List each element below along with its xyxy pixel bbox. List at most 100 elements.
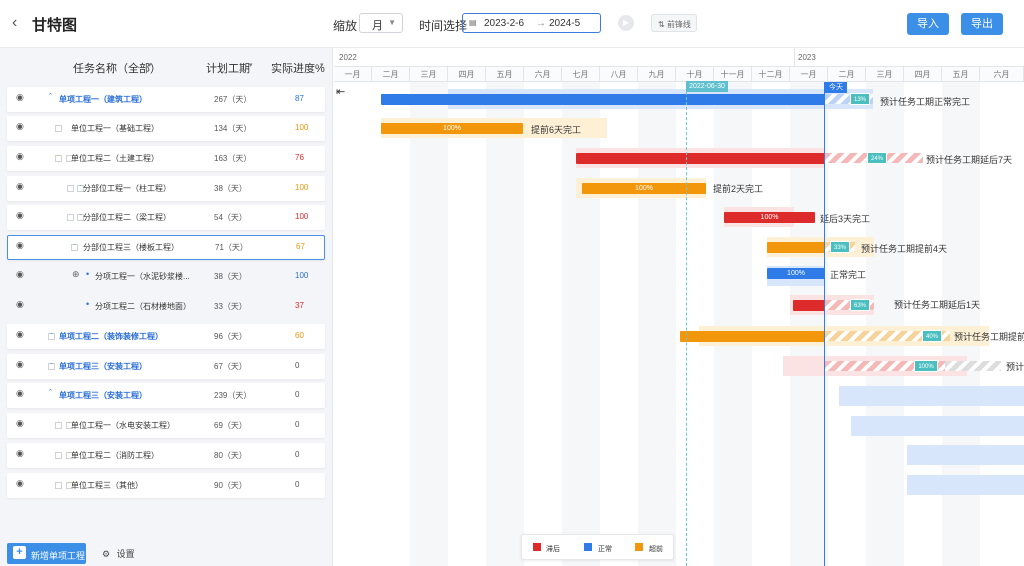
table-row[interactable]: ◉ ˇ 单项工程三（安装工程） 67（天） 0 — [7, 354, 325, 379]
plan-bar[interactable] — [907, 445, 1024, 465]
collapse-icon[interactable]: ˆ — [49, 388, 52, 398]
expand-toggle[interactable]: ˇ — [55, 155, 62, 162]
eye-icon[interactable]: ◉ — [16, 269, 24, 280]
month-header: 六月 — [524, 66, 562, 82]
task-bar-delayed[interactable] — [793, 300, 825, 311]
col-progress-header[interactable]: 实际进度% — [271, 60, 325, 76]
bullet-icon: • — [86, 269, 90, 279]
zoom-value: 月 — [372, 20, 383, 32]
table-row[interactable]: ◉ ˇ 分部位工程一（柱工程） 38（天） 100 — [7, 176, 325, 201]
add-project-button[interactable]: + 新增单项工程 — [7, 543, 86, 564]
eye-icon[interactable]: ◉ — [16, 359, 24, 370]
collapse-icon[interactable]: ˆ — [49, 92, 52, 102]
table-row[interactable]: ◉ ˇ 单位工程一（水电安装工程） 69（天） 0 — [7, 413, 325, 438]
task-bar-ahead[interactable] — [767, 242, 825, 253]
eye-icon[interactable]: ◉ — [16, 299, 24, 310]
checkbox[interactable] — [55, 452, 62, 459]
eye-icon[interactable]: ◉ — [16, 92, 24, 103]
col-duration-header[interactable]: 计划工期 — [206, 60, 250, 76]
month-header: 十一月 — [714, 66, 752, 82]
month-header: 八月 — [600, 66, 638, 82]
table-row[interactable]: ◉ 单位工程一（基础工程） 134（天） 100 — [7, 116, 325, 141]
month-header: 五月 — [942, 66, 980, 82]
table-row[interactable]: ◉ ˇ 单位工程三（其他） 90（天） 0 — [7, 473, 325, 498]
task-bar-ahead[interactable]: 100% — [381, 123, 523, 134]
legend-swatch-ahead — [635, 543, 643, 551]
sort-icon[interactable]: ▾ — [249, 61, 253, 69]
table-row-selected[interactable]: ◉ ˇ 分部位工程三（楼板工程） 71（天） 67 — [7, 235, 325, 260]
table-row[interactable]: ◉ ˇ 单项工程二（装饰装修工程） 96（天） 60 — [7, 324, 325, 349]
frontline-button[interactable]: ⇅ 前锋线 — [651, 14, 697, 32]
task-bar-ahead[interactable] — [680, 331, 825, 342]
chevron-left-icon[interactable]: ‹ — [12, 14, 17, 32]
bar-note: 延后3天完工 — [820, 214, 871, 224]
bar-note: 预计任务工期正常完工 — [880, 97, 971, 107]
expand-toggle[interactable]: ˇ — [48, 333, 55, 340]
eye-icon[interactable]: ◉ — [16, 418, 24, 429]
checkbox[interactable] — [67, 185, 74, 192]
zoom-select[interactable]: 月 ▼ — [359, 13, 403, 33]
eye-icon[interactable]: ◉ — [16, 210, 24, 221]
task-bar-delayed[interactable]: 100% — [724, 212, 815, 223]
bar-note: 预计任务工期延后1天 — [894, 300, 981, 310]
task-bar-normal[interactable]: 100% — [767, 268, 825, 279]
sort-icon[interactable]: ▾ — [320, 61, 324, 69]
task-progress: 0 — [295, 420, 300, 429]
checkbox[interactable] — [55, 125, 62, 132]
expand-toggle[interactable]: ˇ — [71, 244, 78, 251]
collapse-panel-icon[interactable]: ⇤ — [336, 85, 345, 98]
task-table: 任务名称（全部） ▾ 计划工期 ▾ 实际进度% ▾ ◉ ˆ 单项工程一（建筑工程… — [0, 48, 333, 566]
checkbox[interactable] — [67, 214, 74, 221]
table-row[interactable]: ◉ ˆ 单项工程一（建筑工程） 267（天） 87 — [7, 87, 325, 112]
date-end[interactable]: 2024-5 — [549, 18, 580, 29]
table-row[interactable]: ◉ ˇ 分部位工程二（梁工程） 54（天） 100 — [7, 205, 325, 230]
eye-icon[interactable]: ◉ — [16, 151, 24, 162]
task-name: 单位工程一（基础工程） — [71, 124, 159, 133]
plus-circle-icon[interactable]: ⊕ — [72, 269, 80, 280]
task-name: 单位工程二（消防工程） — [71, 451, 159, 460]
import-button[interactable]: 导入 — [907, 13, 949, 35]
play-icon[interactable]: ▶ — [618, 15, 634, 31]
settings-button[interactable]: ⚙ 设置 — [102, 547, 135, 560]
table-row[interactable]: ◉ ˇ 单位工程二（土建工程） 163（天） 76 — [7, 146, 325, 171]
checkbox[interactable] — [55, 482, 62, 489]
gantt-chart: 2022 2023 一月 二月 三月 四月 五月 六月 七月 八月 九月 十月 … — [334, 48, 1024, 566]
task-progress: 0 — [295, 450, 300, 459]
gear-icon: ⚙ — [102, 549, 111, 559]
date-range-picker[interactable]: ▤ 2023-2-6 → 2024-5 — [462, 13, 601, 33]
legend: 滞后 正常 超前 — [521, 534, 674, 560]
export-button[interactable]: 导出 — [961, 13, 1003, 35]
task-name: 单位工程二（土建工程） — [71, 154, 159, 163]
month-header: 五月 — [486, 66, 524, 82]
eye-icon[interactable]: ◉ — [16, 478, 24, 489]
plan-bar[interactable] — [851, 416, 1024, 436]
date-start[interactable]: 2023-2-6 — [484, 18, 524, 29]
checkbox[interactable] — [55, 422, 62, 429]
eye-icon[interactable]: ◉ — [16, 329, 24, 340]
table-row[interactable]: ◉ • 分项工程二（石材楼地面） 33（天） 37 — [7, 294, 325, 319]
task-duration: 71（天） — [215, 243, 248, 252]
task-bar-delayed[interactable] — [576, 153, 825, 164]
plan-bar[interactable] — [839, 386, 1024, 406]
task-duration: 38（天） — [214, 272, 247, 281]
table-row[interactable]: ◉ ⊕ • 分项工程一（水泥砂浆楼... 38（天） 100 — [7, 264, 325, 289]
table-row[interactable]: ◉ ˇ 单位工程二（消防工程） 80（天） 0 — [7, 443, 325, 468]
sort-icon[interactable]: ▾ — [148, 61, 152, 69]
time-select-label: 时间选择 — [419, 19, 468, 33]
task-progress: 100 — [295, 183, 309, 192]
zoom-label: 缩放 — [333, 19, 358, 33]
legend-swatch-delayed — [533, 543, 541, 551]
plan-bar[interactable] — [907, 475, 1024, 495]
eye-icon[interactable]: ◉ — [16, 121, 24, 132]
eye-icon[interactable]: ◉ — [16, 448, 24, 459]
eye-icon[interactable]: ◉ — [16, 240, 24, 251]
task-bar-ahead[interactable]: 100% — [582, 183, 706, 194]
bar-note: 预计任务工期提前 — [954, 332, 1024, 342]
expand-toggle[interactable]: ˇ — [48, 363, 55, 370]
eye-icon[interactable]: ◉ — [16, 388, 24, 399]
task-duration: 96（天） — [214, 332, 247, 341]
task-progress: 100 — [295, 271, 309, 280]
task-bar-normal[interactable] — [381, 94, 825, 105]
table-row[interactable]: ◉ ˆ 单项工程三（安装工程） 239（天） 0 — [7, 383, 325, 408]
eye-icon[interactable]: ◉ — [16, 181, 24, 192]
